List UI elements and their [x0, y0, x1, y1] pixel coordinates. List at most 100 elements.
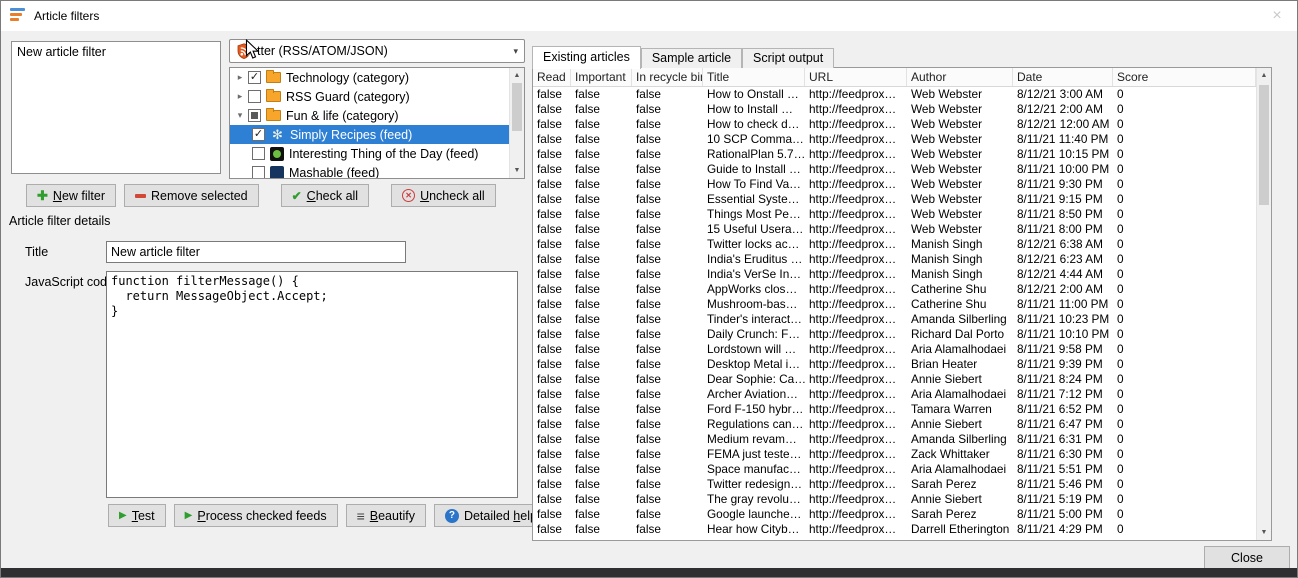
title-input[interactable]	[106, 241, 406, 263]
test-button[interactable]: ▶ Test	[108, 504, 166, 527]
article-row[interactable]: falsefalsefalseTinder's interact…http://…	[533, 312, 1256, 327]
column-header-important[interactable]: Important	[571, 68, 632, 86]
feed-checkbox-unchecked[interactable]	[252, 147, 265, 160]
column-header-author[interactable]: Author	[907, 68, 1013, 86]
feed-checkbox-unchecked[interactable]	[252, 166, 265, 178]
tab-script-output[interactable]: Script output	[742, 48, 834, 68]
column-header-in-recycle-bin[interactable]: In recycle bin	[632, 68, 703, 86]
tree-item[interactable]: ▸RSS Guard (category)	[230, 87, 509, 106]
article-cell: false	[571, 387, 632, 402]
article-cell: 8/11/21 10:23 PM	[1013, 312, 1113, 327]
column-header-read[interactable]: Read	[533, 68, 571, 86]
feed-checkbox-checked[interactable]: ✓	[252, 128, 265, 141]
column-header-title[interactable]: Title	[703, 68, 805, 86]
tree-item-label: Simply Recipes (feed)	[290, 128, 412, 142]
tab-existing-articles[interactable]: Existing articles	[532, 46, 641, 69]
article-row[interactable]: falsefalsefalseHow to Install …http://fe…	[533, 102, 1256, 117]
article-cell: false	[571, 162, 632, 177]
column-header-url[interactable]: URL	[805, 68, 907, 86]
uncheck-all-button[interactable]: ✕ Uncheck all	[391, 184, 496, 207]
beautify-button[interactable]: ≡ Beautify	[346, 504, 426, 527]
article-row[interactable]: falsefalsefalseDaily Crunch: F…http://fe…	[533, 327, 1256, 342]
article-cell: Sarah Perez	[907, 477, 1013, 492]
tree-item[interactable]: Mashable (feed)	[230, 163, 509, 178]
article-row[interactable]: falsefalsefalseIndia's Eruditus …http://…	[533, 252, 1256, 267]
article-row[interactable]: falsefalsefalseMushroom-bas…http://feedp…	[533, 297, 1256, 312]
feed-checkbox-unchecked[interactable]	[248, 90, 261, 103]
window-title: Article filters	[34, 9, 99, 23]
table-scrollbar-thumb[interactable]	[1259, 85, 1269, 205]
article-cell: false	[533, 417, 571, 432]
collapse-arrow-icon[interactable]: ▾	[232, 110, 248, 121]
tree-item[interactable]: ▾Fun & life (category)	[230, 106, 509, 125]
article-row[interactable]: falsefalsefalseHear how Cityb…http://fee…	[533, 522, 1256, 537]
article-cell: 8/12/21 3:00 AM	[1013, 87, 1113, 102]
tree-item[interactable]: ✓✻Simply Recipes (feed)	[230, 125, 509, 144]
feed-checkbox-partial[interactable]	[248, 109, 261, 122]
article-row[interactable]: falsefalsefalseGoogle launche…http://fee…	[533, 507, 1256, 522]
detailed-help-button[interactable]: ? Detailed help	[434, 504, 548, 527]
article-row[interactable]: falsefalsefalseTwitter locks ac…http://f…	[533, 237, 1256, 252]
article-row[interactable]: falsefalsefalseFord F-150 hybr…http://fe…	[533, 402, 1256, 417]
javascript-code-editor[interactable]: function filterMessage() { return Messag…	[106, 271, 518, 498]
article-row[interactable]: falsefalsefalseHow to check d…http://fee…	[533, 117, 1256, 132]
remove-selected-button[interactable]: Remove selected	[124, 184, 259, 207]
tab-sample-article[interactable]: Sample article	[641, 48, 742, 68]
article-row[interactable]: falsefalsefalseAppWorks clos…http://feed…	[533, 282, 1256, 297]
chevron-down-icon: ▾	[513, 46, 518, 57]
filter-list-item[interactable]: New article filter	[12, 42, 220, 62]
scroll-down-icon[interactable]: ▼	[1257, 525, 1271, 540]
article-row[interactable]: falsefalsefalseFEMA just teste…http://fe…	[533, 447, 1256, 462]
article-row[interactable]: falsefalsefalseDesktop Metal i…http://fe…	[533, 357, 1256, 372]
expand-arrow-icon[interactable]: ▸	[232, 72, 248, 83]
process-checked-feeds-button[interactable]: ▶ Process checked feeds	[174, 504, 338, 527]
article-row[interactable]: falsefalsefalseRationalPlan 5.7…http://f…	[533, 147, 1256, 162]
article-cell: Things Most Pe…	[703, 207, 805, 222]
column-header-score[interactable]: Score	[1113, 68, 1256, 86]
article-cell: false	[632, 297, 703, 312]
close-button[interactable]: Close	[1204, 546, 1290, 569]
article-cell: 0	[1113, 417, 1256, 432]
article-row[interactable]: falsefalsefalseArcher Aviation…http://fe…	[533, 387, 1256, 402]
table-body: falsefalsefalseHow to Onstall …http://fe…	[533, 87, 1256, 540]
article-cell: Daily Crunch: F…	[703, 327, 805, 342]
article-row[interactable]: falsefalsefalse10 SCP Comma…http://feedp…	[533, 132, 1256, 147]
article-row[interactable]: falsefalsefalseThings Most Pe…http://fee…	[533, 207, 1256, 222]
tree-item[interactable]: Interesting Thing of the Day (feed)	[230, 144, 509, 163]
article-row[interactable]: falsefalsefalse15 Useful Usera…http://fe…	[533, 222, 1256, 237]
expand-arrow-icon[interactable]: ▸	[232, 91, 248, 102]
article-cell: Web Webster	[907, 132, 1013, 147]
tree-scrollbar-thumb[interactable]	[512, 83, 522, 131]
article-row[interactable]: falsefalsefalseThe gray revolu…http://fe…	[533, 492, 1256, 507]
article-row[interactable]: falsefalsefalseLordstown will …http://fe…	[533, 342, 1256, 357]
table-scrollbar[interactable]: ▲ ▼	[1256, 68, 1271, 540]
article-cell: 8/11/21 6:52 PM	[1013, 402, 1113, 417]
new-filter-button[interactable]: ✚ New filter	[26, 184, 116, 207]
article-cell: false	[571, 462, 632, 477]
scroll-up-icon[interactable]: ▲	[1257, 68, 1271, 83]
article-row[interactable]: falsefalsefalseSpace manufac…http://feed…	[533, 462, 1256, 477]
article-row[interactable]: falsefalsefalseMedium revam…http://feedp…	[533, 432, 1256, 447]
article-row[interactable]: falsefalsefalseGuide to Install …http://…	[533, 162, 1256, 177]
article-row[interactable]: falsefalsefalseTwitter redesign…http://f…	[533, 477, 1256, 492]
article-row[interactable]: falsefalsefalseHow To Find Va…http://fee…	[533, 177, 1256, 192]
tree-item[interactable]: ▸✓Technology (category)	[230, 68, 509, 87]
scroll-down-icon[interactable]: ▼	[510, 163, 524, 178]
article-cell: false	[571, 207, 632, 222]
article-row[interactable]: falsefalsefalseEssential Syste…http://fe…	[533, 192, 1256, 207]
scroll-up-icon[interactable]: ▲	[510, 68, 524, 83]
tree-scrollbar[interactable]: ▲ ▼	[509, 68, 524, 178]
account-combo[interactable]: tter (RSS/ATOM/JSON) ▾	[229, 39, 525, 63]
article-cell: http://feedprox…	[805, 387, 907, 402]
article-row[interactable]: falsefalsefalseRegulations can…http://fe…	[533, 417, 1256, 432]
article-cell: 8/11/21 8:50 PM	[1013, 207, 1113, 222]
article-cell: false	[533, 102, 571, 117]
article-cell: 0	[1113, 132, 1256, 147]
article-row[interactable]: falsefalsefalseIndia's VerSe In…http://f…	[533, 267, 1256, 282]
article-row[interactable]: falsefalsefalseDear Sophie: Ca…http://fe…	[533, 372, 1256, 387]
column-header-date[interactable]: Date	[1013, 68, 1113, 86]
article-row[interactable]: falsefalsefalseHow to Onstall …http://fe…	[533, 87, 1256, 102]
check-all-button[interactable]: ✔ Check all	[281, 184, 369, 207]
feed-checkbox-checked[interactable]: ✓	[248, 71, 261, 84]
close-icon[interactable]: ×	[1267, 7, 1287, 25]
